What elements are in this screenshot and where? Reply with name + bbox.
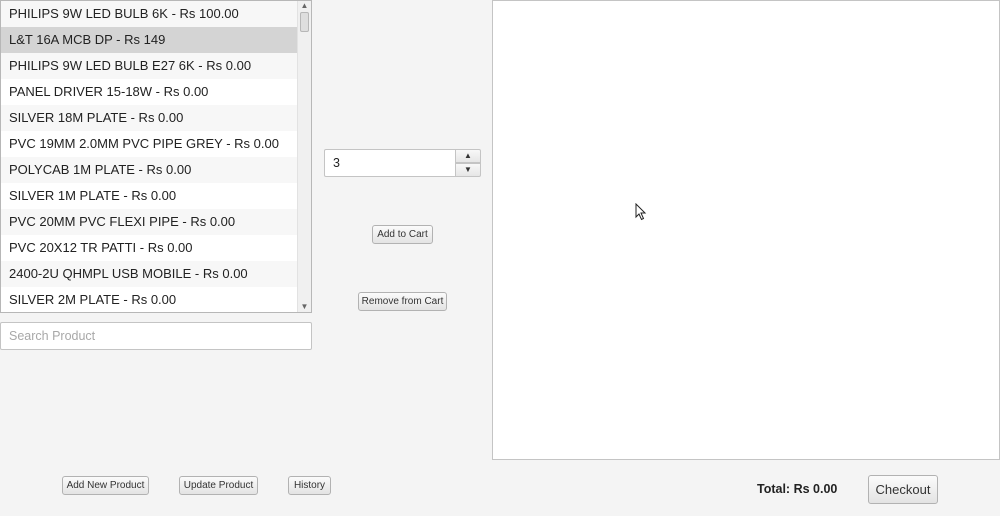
- list-item[interactable]: PVC 19MM 2.0MM PVC PIPE GREY - Rs 0.00: [1, 131, 298, 157]
- mouse-cursor-icon: [635, 203, 647, 221]
- cart-list[interactable]: [492, 0, 1000, 460]
- scroll-up-arrow-icon[interactable]: ▲: [298, 1, 311, 11]
- list-item[interactable]: SILVER 1M PLATE - Rs 0.00: [1, 183, 298, 209]
- quantity-field[interactable]: 3: [324, 149, 456, 177]
- quantity-stepper[interactable]: 3 ▲ ▼: [324, 149, 481, 177]
- list-item[interactable]: PANEL DRIVER 15-18W - Rs 0.00: [1, 79, 298, 105]
- checkout-button[interactable]: Checkout: [868, 475, 938, 504]
- increment-arrow-icon[interactable]: ▲: [455, 149, 481, 163]
- list-scrollbar[interactable]: ▲ ▼: [297, 1, 311, 312]
- list-item-selected[interactable]: L&T 16A MCB DP - Rs 149: [1, 27, 298, 53]
- add-to-cart-button[interactable]: Add to Cart: [372, 225, 433, 244]
- list-item[interactable]: PVC 20X12 TR PATTI - Rs 0.00: [1, 235, 298, 261]
- update-product-button[interactable]: Update Product: [179, 476, 258, 495]
- add-new-product-button[interactable]: Add New Product: [62, 476, 149, 495]
- history-button[interactable]: History: [288, 476, 331, 495]
- list-item[interactable]: SILVER 18M PLATE - Rs 0.00: [1, 105, 298, 131]
- list-item[interactable]: POLYCAB 1M PLATE - Rs 0.00: [1, 157, 298, 183]
- list-item[interactable]: PHILIPS 9W LED BULB 6K - Rs 100.00: [1, 1, 298, 27]
- billing-window: PHILIPS 9W LED BULB 6K - Rs 100.00 L&T 1…: [0, 0, 1000, 516]
- remove-from-cart-button[interactable]: Remove from Cart: [358, 292, 447, 311]
- search-input[interactable]: [0, 322, 312, 350]
- scroll-down-arrow-icon[interactable]: ▼: [298, 302, 311, 312]
- product-list[interactable]: PHILIPS 9W LED BULB 6K - Rs 100.00 L&T 1…: [0, 0, 312, 313]
- scrollbar-thumb[interactable]: [300, 12, 309, 32]
- list-item[interactable]: PVC 20MM PVC FLEXI PIPE - Rs 0.00: [1, 209, 298, 235]
- list-item[interactable]: SILVER 2M PLATE - Rs 0.00: [1, 287, 298, 312]
- decrement-arrow-icon[interactable]: ▼: [455, 163, 481, 177]
- list-item[interactable]: PHILIPS 9W LED BULB E27 6K - Rs 0.00: [1, 53, 298, 79]
- total-label: Total: Rs 0.00: [757, 482, 838, 496]
- list-item[interactable]: 2400-2U QHMPL USB MOBILE - Rs 0.00: [1, 261, 298, 287]
